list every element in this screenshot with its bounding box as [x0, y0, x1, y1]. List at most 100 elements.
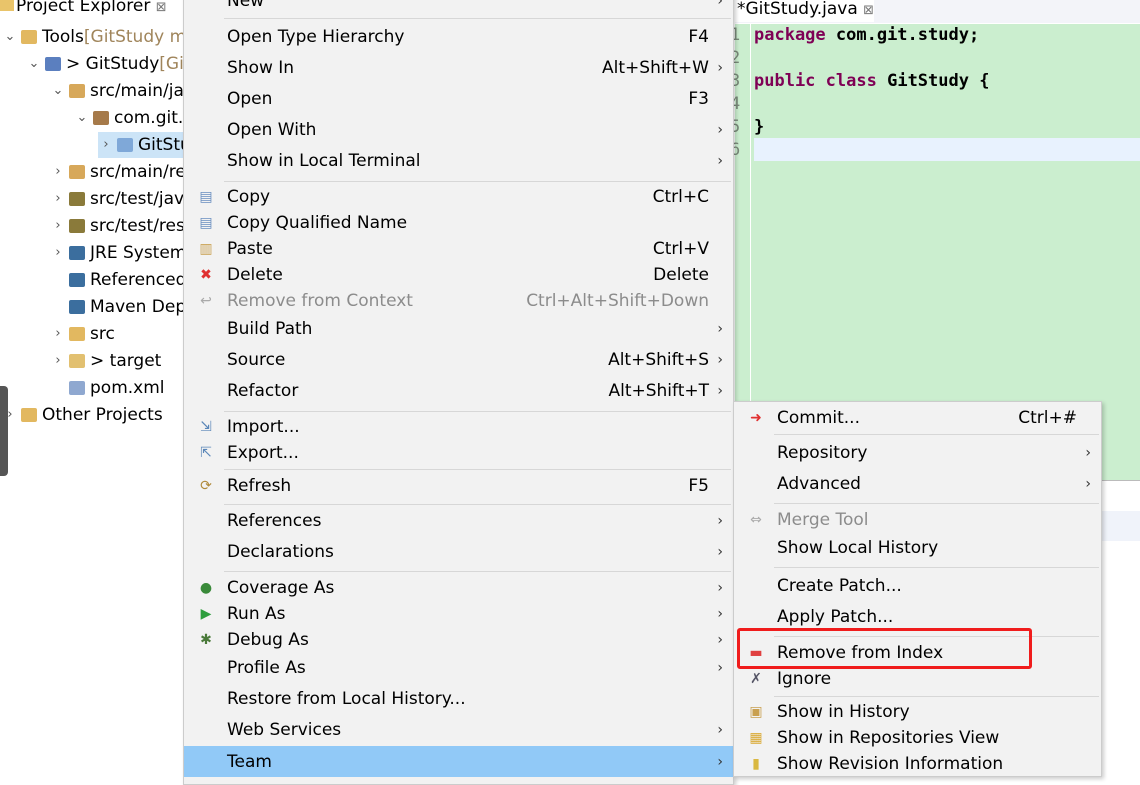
menu-item-commit[interactable]: ➜ Commit... Ctrl+# [734, 404, 1101, 432]
menu-item-restore-from-local-history[interactable]: Restore from Local History... [184, 685, 733, 713]
chevron-right-icon[interactable]: › [50, 159, 66, 185]
chevron-right-icon: › [717, 153, 723, 169]
menu-item-copy-qualified-name[interactable]: ▤ Copy Qualified Name [184, 209, 733, 237]
menu-item-references[interactable]: References › [184, 507, 733, 535]
menu-item-label: Delete [227, 265, 283, 285]
menu-item-create-patch[interactable]: Create Patch... [734, 572, 1101, 600]
menu-item-coverage-as[interactable]: ● Coverage As › [184, 574, 733, 602]
source-folder-icon [69, 165, 85, 179]
menu-item-open[interactable]: Open F3 [184, 85, 733, 113]
menu-item-ignore[interactable]: ✗ Ignore [734, 665, 1101, 693]
java-file-added-icon [117, 138, 133, 152]
menu-item-show-in-local-terminal[interactable]: Show in Local Terminal › [184, 147, 733, 175]
tree-item[interactable]: › JRE System Library [50, 240, 183, 266]
menu-item-import[interactable]: ⇲ Import... [184, 413, 733, 441]
tree-item-label: src [90, 324, 115, 344]
menu-separator [224, 469, 731, 470]
editor-tab[interactable]: *GitStudy.java ⊠ [735, 0, 875, 22]
chevron-right-icon: › [717, 722, 723, 738]
merge-tool-icon: ⇔ [750, 512, 762, 528]
tree-item[interactable]: ⌄ > GitStudy [Gi [26, 51, 183, 77]
menu-item-repository[interactable]: Repository › [734, 439, 1101, 467]
chevron-down-icon[interactable]: ⌄ [26, 51, 42, 77]
menu-item-profile-as[interactable]: Profile As › [184, 654, 733, 682]
chevron-down-icon[interactable]: ⌄ [2, 24, 18, 50]
tree-item-label: > target [90, 351, 162, 371]
tree-item[interactable]: › GitStudy.java [98, 132, 183, 158]
tree-item[interactable]: › src [50, 321, 115, 347]
menu-item-delete[interactable]: ✖ Delete Delete [184, 261, 733, 289]
chevron-right-icon[interactable]: › [98, 132, 114, 158]
tree-item[interactable]: ⌄ src/main/java [50, 78, 183, 104]
chevron-right-icon[interactable]: › [50, 213, 66, 239]
menu-item-team[interactable]: Team › [184, 746, 733, 777]
menu-item-show-in-history[interactable]: ▣ Show in History [734, 698, 1101, 726]
tree-item[interactable]: › > target [50, 348, 161, 374]
tree-item-label: > GitStudy [66, 54, 160, 74]
menu-item-run-as[interactable]: ▶ Run As › [184, 600, 733, 628]
menu-item-copy[interactable]: ▤ Copy Ctrl+C [184, 183, 733, 211]
menu-item-label: References [227, 511, 322, 531]
chevron-right-icon[interactable]: › [50, 186, 66, 212]
chevron-right-icon[interactable]: › [50, 321, 66, 347]
menu-item-debug-as[interactable]: ✱ Debug As › [184, 626, 733, 654]
chevron-right-icon: › [717, 660, 723, 676]
menu-item-open-with[interactable]: Open With › [184, 116, 733, 144]
tree-item[interactable]: pom.xml [50, 375, 165, 401]
tree-item-decoration: [Gi [159, 54, 183, 74]
side-handle[interactable] [0, 386, 8, 476]
folder-icon [0, 0, 14, 11]
package-icon [93, 111, 109, 125]
close-icon[interactable]: ⊠ [156, 0, 167, 15]
menu-separator [224, 18, 731, 19]
menu-item-label: Create Patch... [777, 576, 902, 596]
chevron-down-icon[interactable]: ⌄ [74, 105, 90, 131]
menu-item-paste[interactable]: ▥ Paste Ctrl+V [184, 235, 733, 263]
menu-item-build-path[interactable]: Build Path › [184, 315, 733, 343]
delete-icon: ✖ [200, 267, 212, 283]
tree-item-label: com.git.study [114, 108, 183, 128]
menu-item-new[interactable]: New › [184, 0, 733, 15]
menu-item-label: Advanced [777, 474, 861, 494]
menu-item-source[interactable]: Source Alt+Shift+S › [184, 346, 733, 374]
menu-item-label: Merge Tool [777, 510, 869, 530]
chevron-down-icon[interactable]: ⌄ [50, 78, 66, 104]
menu-item-show-in-repositories-view[interactable]: ▦ Show in Repositories View [734, 724, 1101, 752]
menu-separator [224, 411, 731, 412]
menu-item-label: Open With [227, 120, 317, 140]
menu-item-refresh[interactable]: ⟳ Refresh F5 [184, 472, 733, 500]
chevron-right-icon: › [717, 122, 723, 138]
copy-icon: ▤ [199, 189, 213, 205]
tree-item[interactable]: ⌄ com.git.study [74, 105, 183, 131]
close-icon[interactable]: ⊠ [863, 3, 874, 18]
tab-label: Project Explorer [16, 0, 151, 16]
menu-item-declarations[interactable]: Declarations › [184, 538, 733, 566]
menu-item-shortcut: Alt+Shift+T [608, 381, 709, 401]
menu-item-web-services[interactable]: Web Services › [184, 716, 733, 744]
code-line: } [754, 117, 764, 137]
tree-item[interactable]: › src/main/resources [50, 159, 183, 185]
tree-item[interactable]: › src/test/java [50, 186, 183, 212]
chevron-right-icon[interactable]: › [50, 348, 66, 374]
menu-item-remove-from-context: ↩ Remove from Context Ctrl+Alt+Shift+Down [184, 287, 733, 315]
menu-item-show-revision-information[interactable]: ▮ Show Revision Information [734, 750, 1101, 778]
tree-item[interactable]: Maven Dependencies [50, 294, 183, 320]
menu-item-shortcut: Delete [653, 265, 709, 285]
chevron-right-icon: › [717, 753, 723, 770]
tree-item[interactable]: Referenced Libraries [50, 267, 183, 293]
chevron-right-icon[interactable]: › [50, 240, 66, 266]
menu-item-shortcut: F3 [688, 89, 709, 109]
tree-item[interactable]: ⌄ Tools [GitStudy m [2, 24, 183, 50]
menu-item-apply-patch[interactable]: Apply Patch... [734, 603, 1101, 631]
menu-item-show-in[interactable]: Show In Alt+Shift+W › [184, 54, 733, 82]
menu-item-refactor[interactable]: Refactor Alt+Shift+T › [184, 377, 733, 405]
tree-item[interactable]: › src/test/resources [50, 213, 183, 239]
tree-item[interactable]: › Other Projects [2, 402, 162, 428]
panel-tab[interactable] [1100, 511, 1140, 541]
copy-qualified-name-icon: ▤ [199, 215, 213, 231]
menu-item-export[interactable]: ⇱ Export... [184, 439, 733, 467]
menu-item-open-type-hierarchy[interactable]: Open Type Hierarchy F4 [184, 23, 733, 51]
project-explorer-tab[interactable]: Project Explorer ⊠ [0, 0, 167, 16]
menu-item-advanced[interactable]: Advanced › [734, 470, 1101, 498]
menu-item-show-local-history[interactable]: Show Local History [734, 534, 1101, 562]
